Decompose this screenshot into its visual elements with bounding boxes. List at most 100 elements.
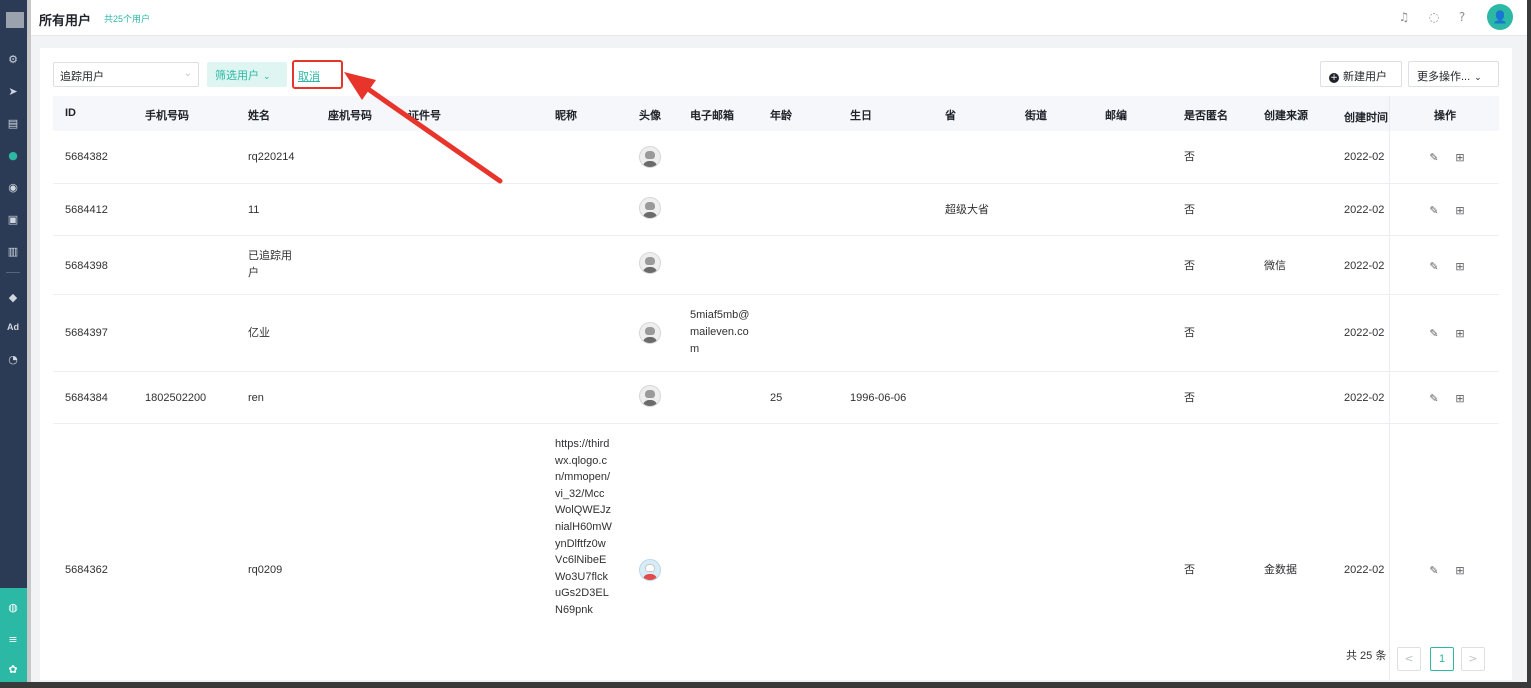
column-header[interactable]: ID bbox=[65, 107, 76, 119]
cell-id: 5684412 bbox=[65, 204, 108, 216]
sidebar-divider bbox=[6, 272, 20, 273]
cell-id: 5684384 bbox=[65, 392, 108, 404]
content-card: 追踪用户 ⌄ 筛选用户 ⌄ 取消 + 新建用户 更多操作... ⌄ ID 手机号码 姓… bbox=[40, 48, 1512, 680]
cancel-link[interactable]: 取消 bbox=[298, 68, 320, 84]
ad-icon[interactable]: Ad bbox=[7, 322, 19, 332]
edit-icon[interactable]: ✎ bbox=[1428, 152, 1440, 164]
cell-id: 5684398 bbox=[65, 260, 108, 272]
table-row[interactable]: 5684384 1802502200 ren 25 1996-06-06 否 2… bbox=[53, 372, 1499, 424]
column-header[interactable]: 邮编 bbox=[1105, 107, 1127, 123]
cell-name: 11 bbox=[248, 204, 260, 216]
menu-icon[interactable]: ≡ bbox=[7, 634, 19, 646]
bookmark-icon[interactable]: ▣ bbox=[7, 214, 19, 226]
chat-icon[interactable]: ◌ bbox=[1427, 10, 1441, 24]
bell-icon[interactable]: ◍ bbox=[7, 602, 19, 614]
avatar-icon bbox=[639, 385, 661, 407]
table-row[interactable]: 5684398 已追踪用户 否 微信 2022-02 ✎ ⊞ bbox=[53, 236, 1499, 295]
cell-id: 5684382 bbox=[65, 151, 108, 163]
cell-source: 金数据 bbox=[1264, 564, 1297, 576]
column-header[interactable]: 创建来源 bbox=[1264, 107, 1308, 123]
add-note-icon[interactable]: ⊞ bbox=[1454, 393, 1466, 405]
dashboard-icon[interactable]: ⚙ bbox=[7, 54, 19, 66]
cell-province: 超级大省 bbox=[945, 204, 989, 216]
column-header[interactable]: 年龄 bbox=[770, 107, 792, 123]
add-note-icon[interactable]: ⊞ bbox=[1454, 152, 1466, 164]
add-note-icon[interactable]: ⊞ bbox=[1454, 205, 1466, 217]
add-note-icon[interactable]: ⊞ bbox=[1454, 565, 1466, 577]
avatar-icon bbox=[639, 146, 661, 168]
column-header[interactable]: 手机号码 bbox=[145, 107, 189, 123]
bar-chart-icon[interactable]: ▥ bbox=[7, 246, 19, 258]
cell-birthday: 1996-06-06 bbox=[850, 392, 907, 404]
filter-users-button[interactable]: 筛选用户 ⌄ bbox=[207, 62, 287, 87]
page-title: 所有用户 bbox=[39, 13, 92, 28]
users-group-icon[interactable]: ◉ bbox=[7, 182, 19, 194]
add-note-icon[interactable]: ⊞ bbox=[1454, 328, 1466, 340]
column-header[interactable]: 创建时间 bbox=[1344, 109, 1388, 125]
cell-created: 2022-02 bbox=[1344, 260, 1385, 272]
column-header[interactable]: 街道 bbox=[1025, 107, 1047, 123]
notification-icon[interactable]: ♫ bbox=[1397, 10, 1411, 24]
table-row[interactable]: 5684382 rq220214 否 2022-02 ✎ ⊞ bbox=[53, 131, 1499, 184]
clock-icon[interactable]: ◔ bbox=[7, 354, 19, 366]
avatar-icon bbox=[639, 559, 661, 581]
new-user-button[interactable]: + 新建用户 bbox=[1320, 61, 1402, 87]
column-header[interactable]: 生日 bbox=[850, 107, 872, 123]
column-header: 操作 bbox=[1434, 110, 1456, 122]
pagination-total: 共 25 条 bbox=[1346, 650, 1387, 662]
edit-icon[interactable]: ✎ bbox=[1428, 565, 1440, 577]
avatar-icon bbox=[639, 252, 661, 274]
edit-icon[interactable]: ✎ bbox=[1428, 328, 1440, 340]
tag-icon[interactable]: ◆ bbox=[7, 292, 19, 304]
cell-created: 2022-02 bbox=[1344, 564, 1385, 576]
pagination-next-button[interactable]: > bbox=[1461, 647, 1485, 671]
add-note-icon[interactable]: ⊞ bbox=[1454, 261, 1466, 273]
plus-icon: + bbox=[1329, 73, 1339, 83]
pagination-prev-button[interactable]: < bbox=[1397, 647, 1421, 671]
column-header[interactable]: 昵称 bbox=[555, 107, 577, 123]
column-header[interactable]: 是否匿名 bbox=[1184, 107, 1228, 123]
cell-phone: 1802502200 bbox=[145, 392, 207, 404]
cell-source: 微信 bbox=[1264, 260, 1286, 272]
cell-anonymous: 否 bbox=[1184, 564, 1195, 576]
help-icon[interactable]: ? bbox=[1455, 10, 1469, 24]
table-row[interactable]: 5684412 11 超级大省 否 2022-02 ✎ ⊞ bbox=[53, 184, 1499, 236]
avatar-icon bbox=[639, 322, 661, 344]
chevron-down-icon: ⌄ bbox=[263, 72, 271, 82]
column-header[interactable]: 省 bbox=[945, 107, 956, 123]
cell-created: 2022-02 bbox=[1344, 204, 1385, 216]
table-row[interactable]: 5684362 rq0209 https://thirdwx.qlogo.cn/… bbox=[53, 424, 1499, 644]
pagination-page-1[interactable]: 1 bbox=[1430, 647, 1454, 671]
cell-name: ren bbox=[248, 392, 264, 404]
filter-select[interactable]: 追踪用户 ⌄ bbox=[53, 62, 199, 87]
cell-anonymous: 否 bbox=[1184, 260, 1195, 272]
cell-age: 25 bbox=[770, 392, 783, 404]
cell-anonymous: 否 bbox=[1184, 392, 1195, 404]
column-header[interactable]: 头像 bbox=[639, 107, 661, 123]
cell-name: 亿业 bbox=[248, 327, 270, 339]
cell-name: rq0209 bbox=[248, 564, 283, 576]
page-header: 所有用户 共25个用户 ♫ ◌ ? 👤 bbox=[31, 0, 1527, 36]
settings-icon[interactable]: ✿ bbox=[7, 664, 19, 676]
sidebar-edge bbox=[27, 0, 31, 682]
edit-icon[interactable]: ✎ bbox=[1428, 205, 1440, 217]
table-row[interactable]: 5684397 亿业 5miaf5mb@maileven.com 否 2022-… bbox=[53, 295, 1499, 372]
column-header[interactable]: 姓名 bbox=[248, 107, 270, 123]
edit-icon[interactable]: ✎ bbox=[1428, 261, 1440, 273]
column-header[interactable]: 电子邮箱 bbox=[690, 107, 734, 123]
app-window: ⚙ ➤ ▤ ● ◉ ▣ ▥ ◆ Ad ◔ ◍ ≡ ✿ 所有用户 共25个用户 ♫… bbox=[0, 0, 1527, 682]
edit-icon[interactable]: ✎ bbox=[1428, 393, 1440, 405]
more-actions-button[interactable]: 更多操作... ⌄ bbox=[1408, 61, 1499, 87]
user-icon[interactable]: ● bbox=[7, 150, 19, 162]
cell-anonymous: 否 bbox=[1184, 327, 1195, 339]
fixed-column-divider bbox=[1389, 96, 1390, 680]
cell-id: 5684397 bbox=[65, 327, 108, 339]
cancel-highlight-box: 取消 bbox=[292, 60, 343, 89]
cell-name: 已追踪用户 bbox=[248, 250, 292, 279]
user-avatar[interactable]: 👤 bbox=[1487, 4, 1513, 30]
list-icon[interactable]: ▤ bbox=[7, 118, 19, 130]
column-header[interactable]: 座机号码 bbox=[328, 107, 372, 123]
column-header[interactable]: 证件号 bbox=[408, 107, 441, 123]
send-icon[interactable]: ➤ bbox=[7, 86, 19, 98]
filter-users-label: 筛选用户 bbox=[215, 70, 259, 82]
